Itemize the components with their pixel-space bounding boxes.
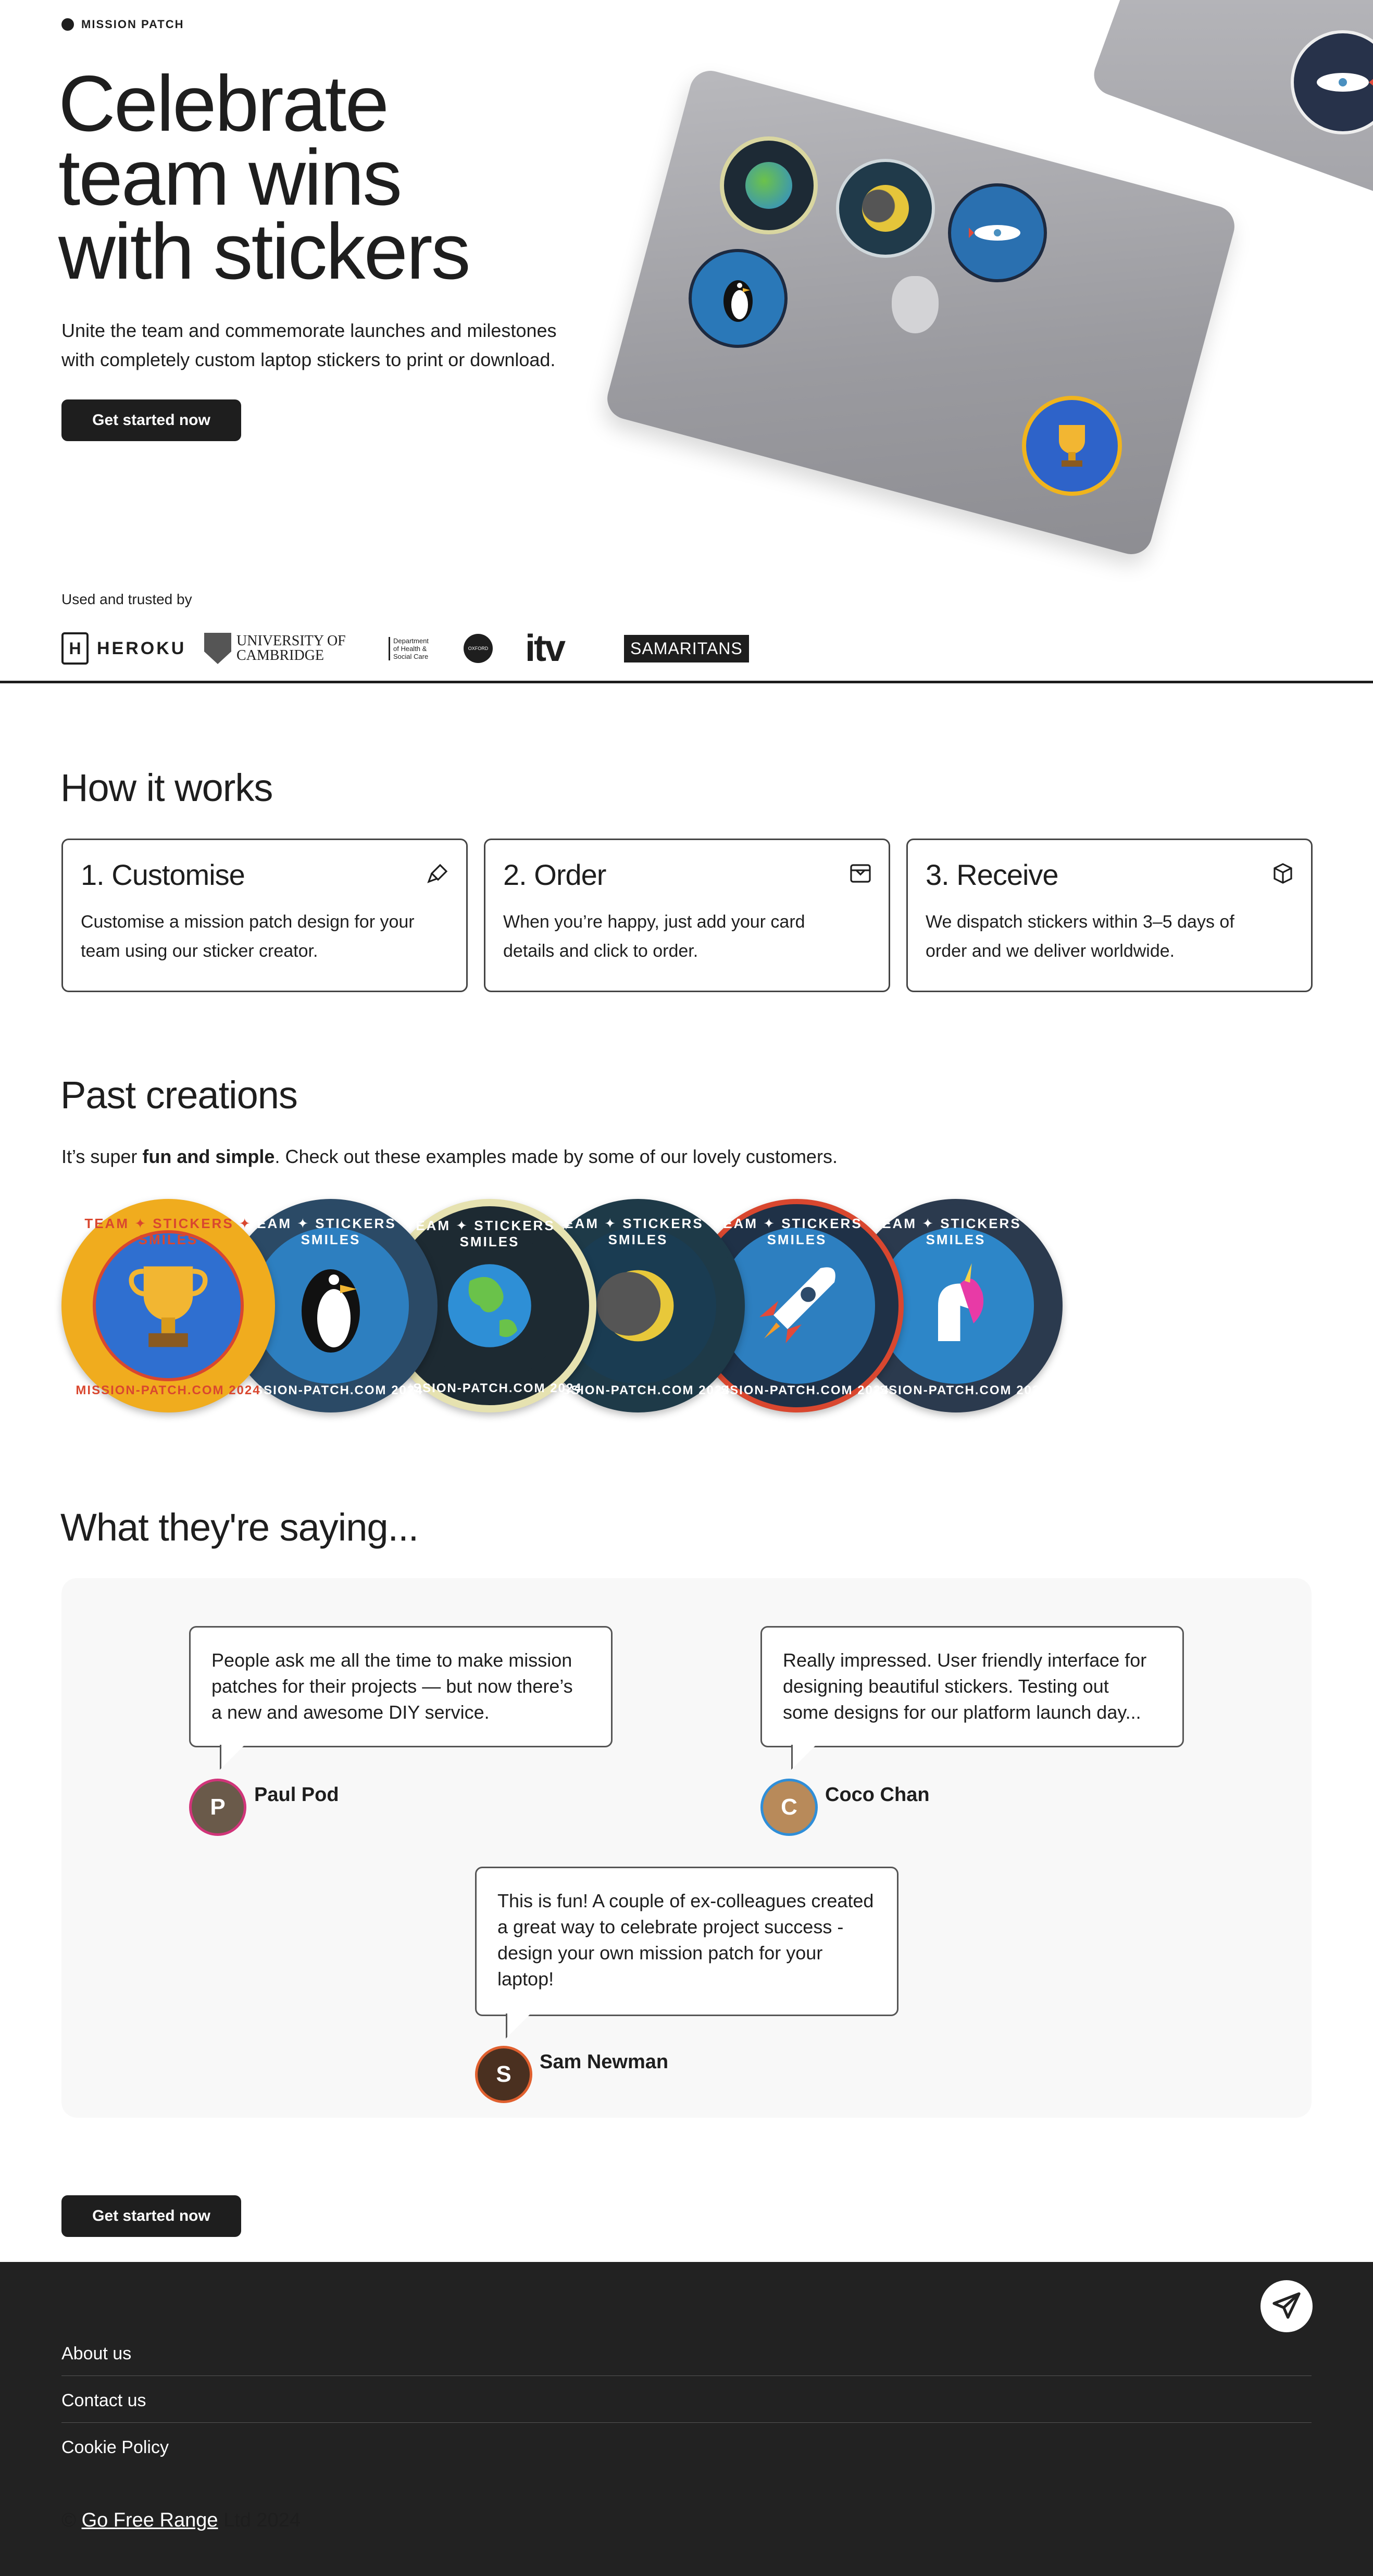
- step-desc-line: Customise a mission patch design for you…: [81, 912, 415, 932]
- brand-name: MISSION PATCH: [81, 18, 184, 31]
- rocket-sticker: [948, 183, 1047, 282]
- quote-line: a new and awesome DIY service.: [211, 1702, 490, 1723]
- desc-bold-text: fun and simple: [142, 1146, 275, 1167]
- quote-line: This is fun! A couple of ex-colleagues c…: [497, 1890, 874, 1911]
- testimonials-title: What they're saying...: [60, 1506, 419, 1549]
- logo-text: HEROKU: [97, 638, 186, 658]
- heroku-logo: H HEROKU: [61, 630, 186, 667]
- past-creations-title: Past creations: [60, 1073, 298, 1117]
- testimonial-quote: This is fun! A couple of ex-colleagues c…: [475, 1867, 898, 2039]
- hero-subtitle-line: Unite the team and commemorate launches …: [61, 320, 557, 341]
- step-description: Customise a mission patch design for you…: [81, 907, 448, 966]
- quote-line: designing beautiful stickers. Testing ou…: [783, 1675, 1109, 1697]
- heroku-icon: H: [61, 632, 89, 665]
- testimonial-name: Sam Newman: [540, 2051, 669, 2073]
- hero-title-line: Celebrate: [58, 59, 389, 148]
- hero-title-line: with stickers: [58, 207, 471, 296]
- testimonial-name: Coco Chan: [825, 1784, 930, 1806]
- paintbrush-icon: [426, 861, 451, 886]
- testimonial-quote: Really impressed. User friendly interfac…: [760, 1626, 1184, 1770]
- cambridge-logo: UNIVERSITY OF CAMBRIDGE: [204, 630, 360, 667]
- brand-logo[interactable]: MISSION PATCH: [61, 18, 184, 31]
- apple-logo-icon: [892, 276, 939, 333]
- past-creations-description: It’s super fun and simple. Check out the…: [61, 1146, 838, 1168]
- desc-text: It’s super: [61, 1146, 143, 1167]
- testimonial-name: Paul Pod: [254, 1784, 339, 1806]
- logo-text: itv: [525, 628, 566, 669]
- quote-line: laptop!: [497, 1968, 554, 1990]
- logo-text: UNIVERSITY OF CAMBRIDGE: [236, 633, 346, 664]
- quote-line: patches for their projects — but now the…: [211, 1675, 573, 1697]
- step-desc-line: details and click to order.: [503, 941, 698, 961]
- hero-subtitle-line: with completely custom laptop stickers t…: [61, 349, 556, 370]
- trophy-sticker: [1022, 396, 1122, 496]
- logo-text: Department of Health & Social Care: [389, 636, 430, 660]
- quote-line: a great way to celebrate project success…: [497, 1916, 844, 1937]
- copyright-text: ©: [61, 2509, 82, 2531]
- step-desc-line: order and we deliver worldwide.: [926, 941, 1175, 961]
- mail-icon: [848, 861, 873, 886]
- logo-text: OXFORD: [464, 634, 493, 663]
- moon-sticker: [836, 159, 935, 258]
- penguin-icon: [253, 1228, 409, 1384]
- hero-subtitle: Unite the team and commemorate launches …: [61, 316, 582, 374]
- trophy-patch: TEAM ✦ STICKERS ✦ SMILES MISSION-PATCH.C…: [61, 1199, 275, 1412]
- get-started-button[interactable]: Get started now: [61, 2195, 241, 2237]
- step-description: We dispatch stickers within 3–5 days of o…: [926, 907, 1293, 966]
- earth-sticker: [720, 136, 818, 234]
- footer-link-cookie-policy[interactable]: Cookie Policy: [61, 2437, 1312, 2469]
- step-desc-line: team using our sticker creator.: [81, 941, 318, 961]
- crest-icon: [204, 633, 231, 664]
- avatar: P: [189, 1779, 246, 1836]
- hero-title: Celebrate team wins with stickers: [58, 59, 631, 296]
- step-title: 2. Order: [503, 858, 606, 891]
- package-icon: [1270, 861, 1295, 886]
- hero-title-line: team wins: [58, 133, 402, 222]
- dhsc-logo: Department of Health & Social Care: [389, 630, 435, 667]
- trophy-icon: [93, 1230, 244, 1381]
- section-divider: [0, 681, 1373, 683]
- patch-bottom-text: MISSION-PATCH.COM 2024: [76, 1383, 261, 1397]
- avatar: S: [475, 2046, 532, 2103]
- step-card-order: 2. Order When you’re happy, just add you…: [484, 839, 890, 992]
- copyright: © Go Free Range Ltd 2024: [61, 2509, 301, 2532]
- step-desc-line: We dispatch stickers within 3–5 days of: [926, 912, 1234, 932]
- quote-line: Really impressed. User friendly interfac…: [783, 1649, 1147, 1671]
- footer-link-about[interactable]: About us: [61, 2344, 1312, 2376]
- footer-link-contact[interactable]: Contact us: [61, 2391, 1312, 2423]
- step-card-customise: 1. Customise Customise a mission patch d…: [61, 839, 468, 992]
- step-desc-line: When you’re happy, just add your card: [503, 912, 805, 932]
- penguin-sticker: [689, 249, 788, 348]
- avatar: C: [760, 1779, 818, 1836]
- go-free-range-link[interactable]: Go Free Range: [82, 2509, 218, 2531]
- mission-patch-logo-icon: [61, 18, 74, 31]
- copyright-text: Ltd 2024: [218, 2509, 301, 2531]
- quote-line: design your own mission patch for your: [497, 1942, 823, 1964]
- step-title: 3. Receive: [926, 858, 1059, 891]
- oxford-logo: OXFORD: [464, 630, 493, 667]
- quote-line: some designs for our platform launch day…: [783, 1702, 1141, 1723]
- desc-text: . Check out these examples made by some …: [274, 1146, 838, 1167]
- trusted-label: Used and trusted by: [61, 591, 192, 607]
- how-it-works-title: How it works: [60, 766, 273, 809]
- logo-text: SAMARITANS: [624, 634, 749, 662]
- samaritans-logo: SAMARITANS: [624, 630, 749, 667]
- testimonial-quote: People ask me all the time to make missi…: [189, 1626, 613, 1770]
- step-title: 1. Customise: [81, 858, 245, 891]
- step-description: When you’re happy, just add your card det…: [503, 907, 871, 966]
- step-card-receive: 3. Receive We dispatch stickers within 3…: [906, 839, 1313, 992]
- get-started-button[interactable]: Get started now: [61, 399, 241, 441]
- itv-logo: itv: [525, 628, 566, 669]
- quote-line: People ask me all the time to make missi…: [211, 1649, 572, 1671]
- patch-ring-text: TEAM ✦ STICKERS ✦ SMILES: [84, 1216, 252, 1247]
- paper-plane-icon[interactable]: [1260, 2280, 1313, 2332]
